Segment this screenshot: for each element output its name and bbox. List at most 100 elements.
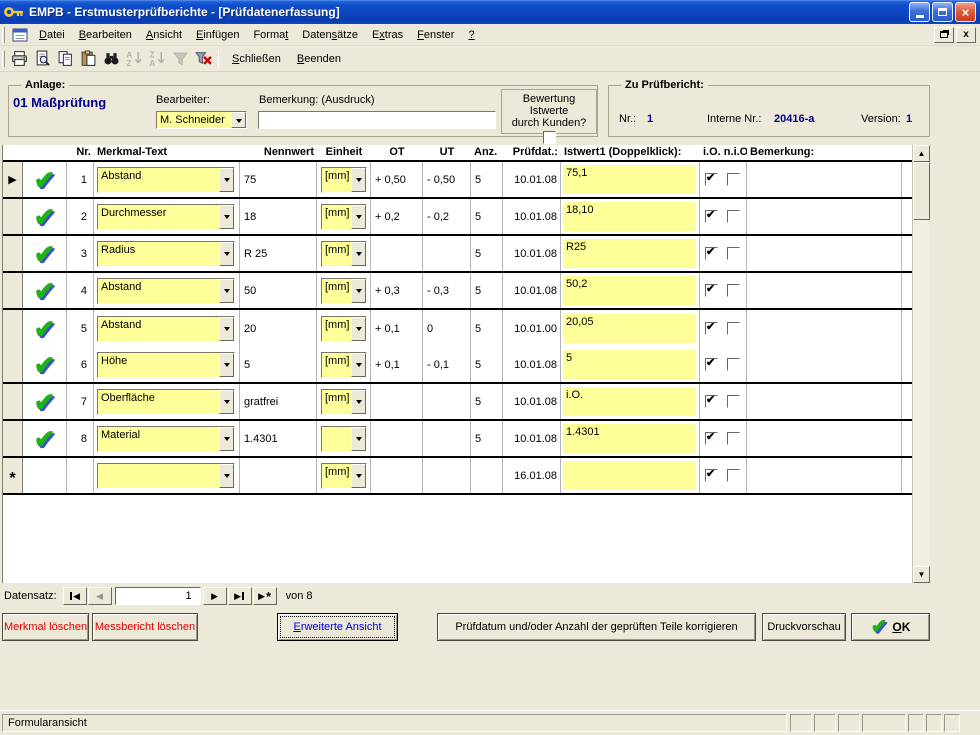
dropdown-arrow-icon[interactable] bbox=[219, 353, 234, 377]
istwert-field[interactable]: 18,10 bbox=[563, 202, 696, 231]
ut-cell[interactable]: - 0,1 bbox=[423, 347, 471, 382]
pruefdat-cell[interactable]: 10.01.00 bbox=[503, 310, 561, 347]
record-selector[interactable] bbox=[3, 347, 23, 382]
einheit-combobox[interactable]: [mm] bbox=[321, 241, 367, 267]
toolbar-grip[interactable] bbox=[2, 51, 5, 67]
close-button[interactable]: × bbox=[955, 2, 976, 22]
dropdown-arrow-icon[interactable] bbox=[231, 112, 246, 128]
anz-cell[interactable] bbox=[471, 458, 503, 493]
ot-cell[interactable]: + 0,1 bbox=[371, 347, 423, 382]
pruefdat-cell[interactable]: 10.01.08 bbox=[503, 384, 561, 419]
record-selector[interactable]: ▶ bbox=[3, 162, 23, 197]
ut-cell[interactable] bbox=[423, 236, 471, 271]
ot-cell[interactable]: + 0,2 bbox=[371, 199, 423, 234]
record-selector[interactable] bbox=[3, 236, 23, 271]
ot-cell[interactable] bbox=[371, 458, 423, 493]
nennwert-cell[interactable]: 50 bbox=[240, 273, 317, 308]
paste-icon-button[interactable] bbox=[77, 48, 100, 70]
bemerkung-cell[interactable] bbox=[747, 162, 902, 197]
copy-icon-button[interactable] bbox=[54, 48, 77, 70]
nio-checkbox[interactable]: ✔ bbox=[727, 432, 740, 445]
anz-cell[interactable]: 5 bbox=[471, 236, 503, 271]
pruefdat-cell[interactable]: 10.01.08 bbox=[503, 347, 561, 382]
menu-bearbeiten[interactable]: Bearbeiten bbox=[72, 26, 139, 44]
dropdown-arrow-icon[interactable] bbox=[351, 205, 366, 229]
form-icon[interactable] bbox=[12, 28, 28, 42]
previous-record-button[interactable]: ◀ bbox=[88, 587, 112, 605]
record-selector[interactable] bbox=[3, 310, 23, 347]
nio-checkbox[interactable]: ✔ bbox=[727, 469, 740, 482]
next-record-button[interactable]: ▶ bbox=[203, 587, 227, 605]
dropdown-arrow-icon[interactable] bbox=[219, 464, 234, 488]
bemerkung-cell[interactable] bbox=[747, 421, 902, 456]
dropdown-arrow-icon[interactable] bbox=[351, 464, 366, 488]
merkmal-combobox[interactable]: Abstand bbox=[97, 167, 235, 193]
beenden-button[interactable]: Beenden bbox=[291, 50, 347, 68]
nennwert-cell[interactable]: 18 bbox=[240, 199, 317, 234]
dropdown-arrow-icon[interactable] bbox=[351, 427, 366, 451]
nennwert-cell[interactable] bbox=[240, 458, 317, 493]
pruefdat-cell[interactable]: 10.01.08 bbox=[503, 421, 561, 456]
merkmal-combobox[interactable]: Radius bbox=[97, 241, 235, 267]
einheit-combobox[interactable]: [mm] bbox=[321, 389, 367, 415]
last-record-button[interactable]: ▶ bbox=[228, 587, 252, 605]
dropdown-arrow-icon[interactable] bbox=[219, 317, 234, 341]
merkmal-combobox[interactable]: Höhe bbox=[97, 352, 235, 378]
anz-cell[interactable]: 5 bbox=[471, 162, 503, 197]
ut-cell[interactable]: - 0,3 bbox=[423, 273, 471, 308]
einheit-combobox[interactable]: [mm] bbox=[321, 167, 367, 193]
anz-cell[interactable]: 5 bbox=[471, 421, 503, 456]
io-checkbox[interactable]: ✔ bbox=[705, 247, 718, 260]
istwert-field[interactable]: 50,2 bbox=[563, 276, 696, 305]
einheit-combobox[interactable]: [mm] bbox=[321, 316, 367, 342]
nennwert-cell[interactable]: 20 bbox=[240, 310, 317, 347]
ok-button[interactable]: ✔ OK bbox=[851, 613, 930, 641]
io-checkbox[interactable]: ✔ bbox=[705, 284, 718, 297]
nio-checkbox[interactable]: ✔ bbox=[727, 322, 740, 335]
menu-format[interactable]: Format bbox=[246, 26, 295, 44]
istwert-field[interactable] bbox=[563, 461, 696, 490]
menu-extras[interactable]: Extras bbox=[365, 26, 410, 44]
io-checkbox[interactable]: ✔ bbox=[705, 432, 718, 445]
dropdown-arrow-icon[interactable] bbox=[219, 168, 234, 192]
bewertung-checkbox[interactable]: ✔ bbox=[543, 131, 556, 144]
io-checkbox[interactable]: ✔ bbox=[705, 469, 718, 482]
restore-button[interactable] bbox=[932, 2, 953, 22]
io-checkbox[interactable]: ✔ bbox=[705, 173, 718, 186]
merkmal-combobox[interactable]: Material bbox=[97, 426, 235, 452]
bearbeiter-combobox[interactable]: M. Schneider bbox=[156, 111, 247, 129]
menu-grip[interactable] bbox=[2, 27, 5, 43]
bemerkung-cell[interactable] bbox=[747, 199, 902, 234]
dropdown-arrow-icon[interactable] bbox=[219, 205, 234, 229]
nennwert-cell[interactable]: gratfrei bbox=[240, 384, 317, 419]
einheit-combobox[interactable]: [mm] bbox=[321, 278, 367, 304]
dropdown-arrow-icon[interactable] bbox=[351, 390, 366, 414]
scrollbar-thumb[interactable] bbox=[913, 162, 930, 220]
ut-cell[interactable] bbox=[423, 458, 471, 493]
nio-checkbox[interactable]: ✔ bbox=[727, 284, 740, 297]
ot-cell[interactable]: + 0,1 bbox=[371, 310, 423, 347]
merkmal-combobox[interactable]: Abstand bbox=[97, 316, 235, 342]
menu-einfgen[interactable]: Einfügen bbox=[189, 26, 246, 44]
dropdown-arrow-icon[interactable] bbox=[219, 390, 234, 414]
einheit-combobox[interactable]: [mm] bbox=[321, 463, 367, 489]
record-selector[interactable] bbox=[3, 199, 23, 234]
record-selector[interactable] bbox=[3, 273, 23, 308]
nio-checkbox[interactable]: ✔ bbox=[727, 358, 740, 371]
merkmal-loeschen-button[interactable]: Merkmal löschen bbox=[2, 613, 89, 641]
ut-cell[interactable]: 0 bbox=[423, 310, 471, 347]
vertical-scrollbar[interactable]: ▲ ▼ bbox=[912, 145, 929, 583]
bemerkung-input[interactable] bbox=[258, 111, 496, 129]
dropdown-arrow-icon[interactable] bbox=[351, 242, 366, 266]
ot-cell[interactable] bbox=[371, 384, 423, 419]
pruefdatum-korrigieren-button[interactable]: Prüfdatum und/oder Anzahl der geprüften … bbox=[437, 613, 756, 641]
merkmal-combobox[interactable]: Durchmesser bbox=[97, 204, 235, 230]
menu-datei[interactable]: Datei bbox=[32, 26, 72, 44]
bemerkung-cell[interactable] bbox=[747, 273, 902, 308]
einheit-combobox[interactable] bbox=[321, 426, 367, 452]
schliessen-button[interactable]: Schließen bbox=[226, 50, 287, 68]
io-checkbox[interactable]: ✔ bbox=[705, 395, 718, 408]
anz-cell[interactable]: 5 bbox=[471, 384, 503, 419]
ut-cell[interactable] bbox=[423, 384, 471, 419]
erweiterte-ansicht-button[interactable]: Erweiterte Ansicht bbox=[277, 613, 398, 641]
